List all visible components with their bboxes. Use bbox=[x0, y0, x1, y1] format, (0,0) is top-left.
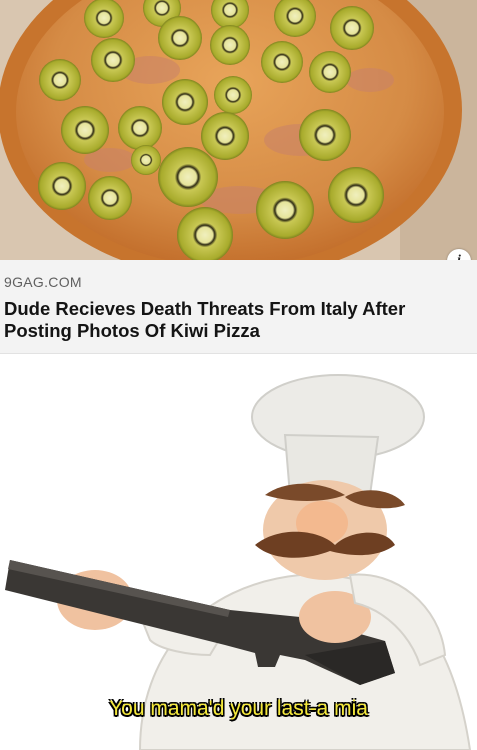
meme-caption: You mama'd your last-a mia bbox=[109, 697, 368, 720]
article-headline: Dude Recieves Death Threats From Italy A… bbox=[4, 298, 406, 341]
source-domain: 9GAG.COM bbox=[4, 274, 82, 290]
kiwi-pizza-photo bbox=[0, 0, 477, 260]
link-preview-card[interactable]: 9GAG.COM Dude Recieves Death Threats Fro… bbox=[0, 260, 477, 354]
swedish-chef-image bbox=[0, 355, 477, 750]
